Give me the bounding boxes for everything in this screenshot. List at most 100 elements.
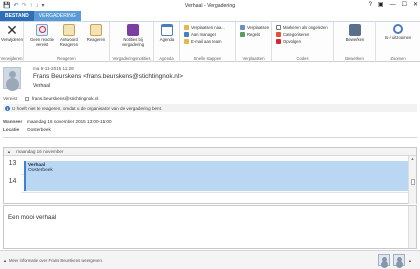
avatar[interactable] <box>3 67 21 89</box>
ribbon-group-quick-steps: Verplaatsen naa... Aan manager E-mail aa… <box>180 22 236 62</box>
location-value: Oosterbeek <box>27 127 51 132</box>
delete-button[interactable]: ✕ Verwijderen <box>1 22 23 42</box>
delete-label: Verwijderen <box>1 37 23 42</box>
sender[interactable]: Frans Beurskens <frans.beurskens@stichti… <box>33 73 183 80</box>
save-icon[interactable]: 💾 <box>3 2 10 10</box>
rules-button[interactable]: Regels <box>240 32 260 37</box>
info-bar: i U hoeft niet te reageren, omdat u de o… <box>3 104 417 112</box>
window-controls: ? ▣ — ☐ ✕ <box>369 0 418 10</box>
quick-step-to-manager[interactable]: Aan manager <box>184 32 216 37</box>
customize-qat-icon[interactable]: ▾ <box>42 2 45 10</box>
close-button[interactable]: ✕ <box>413 0 418 10</box>
undo-icon[interactable]: ↶ <box>13 2 18 10</box>
mark-unread-button[interactable]: Markeren als ongelezen <box>276 25 328 30</box>
calendar-day-label: maandag 16 november <box>16 149 64 154</box>
divider <box>3 137 417 138</box>
calendar-label: Agenda <box>159 37 175 42</box>
group-label-zoom: Zoomen <box>390 56 406 61</box>
expand-icon[interactable]: ▲ <box>3 258 7 263</box>
help-button[interactable]: ? <box>369 0 372 10</box>
zoom-button[interactable]: In-/ uitzoomen <box>383 24 413 40</box>
group-label-quick-steps: Snelle stappen <box>193 56 222 61</box>
group-label-delete: Verwijderen <box>0 56 23 61</box>
calendar-preview: ▲ maandag 16 november 13 14 Verhaal Oost… <box>3 147 417 204</box>
event-location: Oosterbeek <box>28 168 53 173</box>
no-response-icon <box>36 24 48 36</box>
reply-all-icon <box>90 24 102 36</box>
ribbon-group-calendar: Agenda Agenda <box>154 22 180 62</box>
body-text: Een mooi verhaal <box>8 214 57 221</box>
ribbon-group-delete: ✕ Verwijderen Verwijderen <box>0 22 24 62</box>
ribbon: ✕ Verwijderen Verwijderen Geen reactie v… <box>0 21 420 62</box>
magnifier-icon <box>393 24 403 34</box>
edit-label: Bewerken <box>345 37 365 42</box>
person-thumbnail[interactable] <box>378 254 390 266</box>
title-bar: 💾 ↶ ↷ ↑ ↓ ▾ Verhaal - Vergadering ? ▣ — … <box>0 0 420 11</box>
body-scrollbar[interactable] <box>408 206 416 248</box>
attendee-checkbox[interactable] <box>25 97 29 101</box>
category-icon <box>276 32 281 37</box>
calendar-event[interactable]: Verhaal Oosterbeek <box>24 161 409 191</box>
redo-icon[interactable]: ↷ <box>22 2 27 10</box>
tab-file[interactable]: BESTAND <box>0 11 34 21</box>
required-label: Vereist <box>3 96 18 101</box>
quick-access-toolbar: 💾 ↶ ↷ ↑ ↓ ▾ <box>0 2 45 10</box>
x-icon: ✕ <box>6 22 18 38</box>
message-body[interactable]: Een mooi verhaal <box>3 205 417 249</box>
info-icon: i <box>5 105 10 111</box>
react-label: Reageren <box>86 37 106 42</box>
group-label-meeting-notes: Vergaderingsnotities <box>112 56 151 61</box>
people-info-text: Meer informatie over Frans Beurskens wee… <box>8 258 103 263</box>
move-button[interactable]: Verplaatsen <box>240 25 269 30</box>
to-manager-label: Aan manager <box>191 32 217 37</box>
scroll-up-icon[interactable]: ▲ <box>409 156 416 161</box>
quick-step-email-team[interactable]: E-mail aan team <box>184 39 222 44</box>
people-pane-arrow-icon[interactable]: ▲ <box>408 258 412 263</box>
mark-unread-label: Markeren als ongelezen <box>283 25 328 30</box>
down-arrow-icon[interactable]: ↓ <box>36 2 39 10</box>
follow-up-label: Opvolgen <box>283 39 301 44</box>
mail-icon <box>184 39 189 44</box>
calendar-scrollbar[interactable]: ▲ <box>408 156 416 204</box>
categorize-button[interactable]: Categoriseren <box>276 32 309 37</box>
tab-meeting[interactable]: VERGADERING <box>33 11 81 21</box>
location-label: Locatie <box>3 127 20 132</box>
minimize-button[interactable]: — <box>390 0 396 10</box>
info-text: U hoeft niet te reageren, omdat u de org… <box>12 105 163 111</box>
rules-label: Regels <box>247 32 261 37</box>
scroll-thumb[interactable] <box>411 179 415 185</box>
ribbon-display-button[interactable]: ▣ <box>378 0 384 10</box>
person-thumbnail[interactable] <box>393 254 405 266</box>
sent-date: ma 9-11-2015 11:29 <box>33 66 74 71</box>
calendar-button[interactable]: Agenda <box>157 24 177 42</box>
calendar-day-header: ▲ maandag 16 november <box>4 148 416 156</box>
react-button[interactable]: Reageren <box>84 24 108 42</box>
reply-button[interactable]: Antwoord Reageren <box>56 24 82 47</box>
categorize-label: Categoriseren <box>283 32 310 37</box>
ribbon-group-zoom: In-/ uitzoomen Zoomen <box>376 22 420 62</box>
collapse-icon[interactable]: ▲ <box>4 149 15 154</box>
group-label-edit: Bewerken <box>345 56 364 61</box>
meeting-notes-button[interactable]: Notities bij vergadering <box>118 24 148 47</box>
edit-button[interactable]: Bewerken <box>339 24 371 42</box>
group-label-tags: Codes <box>296 56 309 61</box>
people-pane: ▲ Meer informatie over Frans Beurskens w… <box>0 250 420 269</box>
ribbon-group-edit: Bewerken Bewerken <box>334 22 376 62</box>
window-title: Verhaal - Vergadering <box>184 2 236 9</box>
envelope-icon <box>276 25 281 30</box>
flag-icon <box>276 39 281 44</box>
follow-up-button[interactable]: Opvolgen <box>276 39 301 44</box>
people-info[interactable]: ▲ Meer informatie over Frans Beurskens w… <box>3 258 103 263</box>
quick-step-move-to[interactable]: Verplaatsen naa... <box>184 25 225 30</box>
group-label-move: Verplaatsen <box>242 56 265 61</box>
hour-divider <box>21 192 408 193</box>
hour-label: 14 <box>8 178 17 185</box>
maximize-button[interactable]: ☐ <box>402 0 407 10</box>
required-attendee[interactable]: frans.beurskens@stichtingnok.nl <box>32 96 98 101</box>
move-folder-icon <box>240 25 245 30</box>
no-response-button[interactable]: Geen reactie vereist <box>30 24 54 47</box>
onenote-icon <box>127 24 139 36</box>
no-response-label: Geen reactie vereist <box>30 37 54 47</box>
hour-label: 13 <box>8 160 17 167</box>
up-arrow-icon[interactable]: ↑ <box>30 2 33 10</box>
